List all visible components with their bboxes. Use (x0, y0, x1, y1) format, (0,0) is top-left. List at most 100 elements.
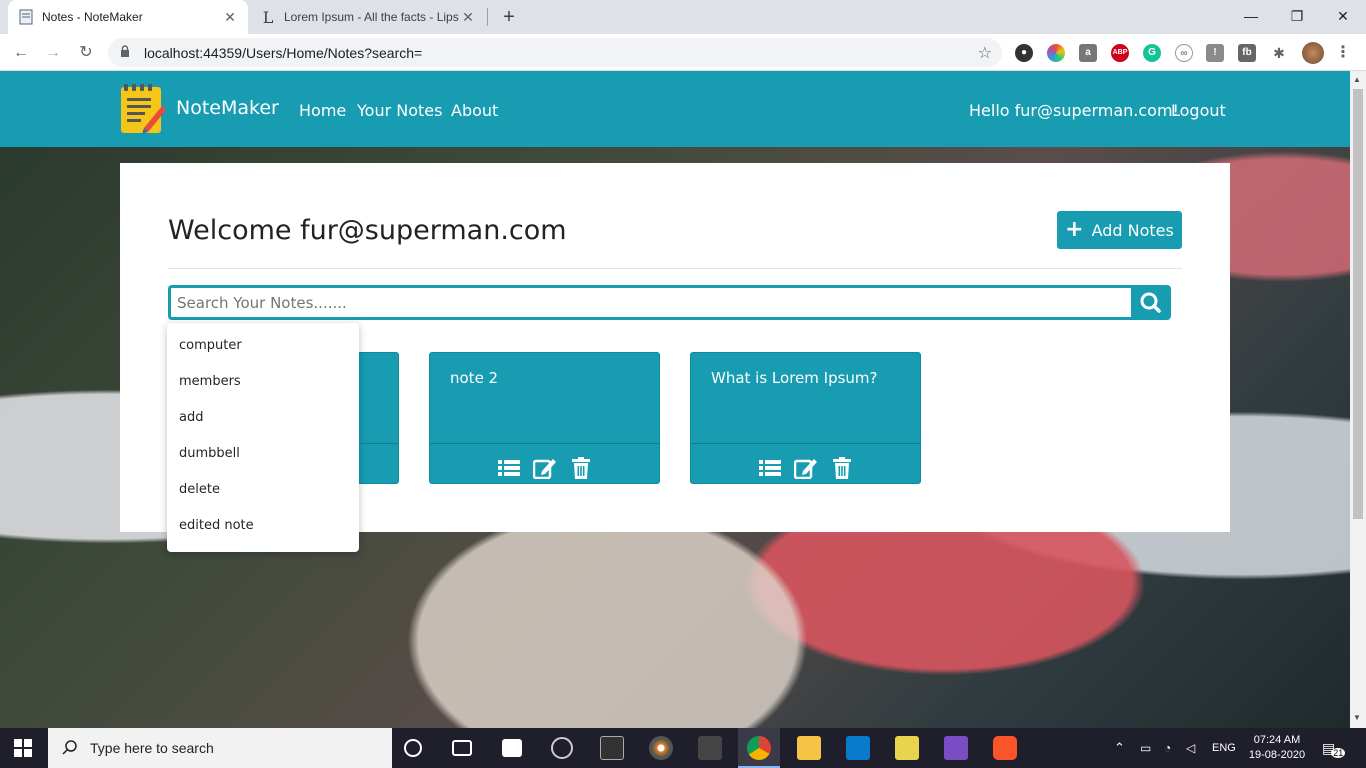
address-bar[interactable]: localhost:44359/Users/Home/Notes?search=… (108, 38, 1002, 67)
media-player-icon[interactable] (649, 736, 673, 760)
file-explorer-icon[interactable] (797, 736, 821, 760)
puzzle-extensions-icon[interactable]: ✱ (1270, 44, 1288, 62)
app-icon[interactable] (895, 736, 919, 760)
clock-time: 07:24 AM (1253, 734, 1301, 746)
view-list-icon[interactable] (758, 457, 782, 479)
chrome-icon (747, 736, 771, 760)
suggestion-item[interactable]: add (167, 408, 359, 444)
reload-button[interactable]: ↻ (73, 40, 99, 66)
search-input[interactable] (168, 285, 1132, 320)
app-icon[interactable] (698, 736, 722, 760)
scroll-up-arrow-icon[interactable]: ▲ (1353, 75, 1361, 84)
brave-icon[interactable] (993, 736, 1017, 760)
shield-extension-icon[interactable]: ! (1206, 44, 1224, 62)
search-suggestions-dropdown: computer members add dumbbell delete edi… (167, 323, 359, 552)
close-window-button[interactable]: ✕ (1320, 0, 1366, 34)
user-greeting: Hello fur@superman.com! (969, 101, 1179, 120)
grammarly-extension-icon[interactable]: G (1143, 44, 1161, 62)
note-divider (691, 443, 920, 444)
bag-extension-icon[interactable]: a (1079, 44, 1097, 62)
page-scrollbar[interactable]: ▲ ▼ (1350, 71, 1366, 728)
suggestion-item[interactable]: computer (167, 336, 359, 372)
bookmark-star-icon[interactable]: ☆ (978, 43, 992, 63)
task-view-icon[interactable] (452, 740, 472, 756)
note-actions (691, 457, 920, 479)
terminal-icon[interactable] (600, 736, 624, 760)
minimize-button[interactable]: — (1228, 0, 1274, 34)
browser-tab-strip: Notes - NoteMaker ✕ L Lorem Ipsum - All … (0, 0, 1366, 34)
restore-button[interactable]: ❐ (1274, 0, 1320, 34)
scroll-down-arrow-icon[interactable]: ▼ (1353, 713, 1361, 722)
battery-icon[interactable]: ▭ (1140, 728, 1151, 768)
tray-chevron-icon[interactable]: ⌃ (1114, 728, 1125, 768)
taskbar-search-box[interactable]: Type here to search (48, 728, 392, 768)
suggestion-item[interactable]: delete (167, 480, 359, 516)
avatar[interactable] (1302, 42, 1324, 64)
lock-icon (120, 45, 134, 60)
new-tab-button[interactable]: + (496, 5, 522, 29)
lipsum-logo-icon: L (262, 7, 274, 27)
nav-link-about[interactable]: About (451, 101, 498, 120)
notification-count: 21 (1331, 748, 1346, 758)
clock[interactable]: 07:24 AM 19-08-2020 (1244, 728, 1310, 768)
add-notes-button[interactable]: + Add Notes (1057, 211, 1182, 249)
note-divider (430, 443, 659, 444)
tab-notes[interactable]: Notes - NoteMaker ✕ (8, 0, 248, 34)
note-card[interactable]: What is Lorem Ipsum? (690, 352, 921, 484)
steam-icon[interactable] (551, 737, 573, 759)
tab-lorem-ipsum[interactable]: L Lorem Ipsum - All the facts - Lips ✕ (250, 0, 486, 34)
plus-icon: + (1065, 217, 1084, 242)
adblock-extension-icon[interactable]: ABP (1111, 44, 1129, 62)
nav-link-home[interactable]: Home (299, 101, 346, 120)
tab-divider (487, 8, 488, 26)
close-icon[interactable]: ✕ (460, 9, 476, 26)
suggestion-item[interactable]: edited note (167, 516, 359, 552)
page-viewport: NoteMaker Home Your Notes About Hello fu… (0, 71, 1350, 728)
note-actions (430, 457, 659, 479)
view-list-icon[interactable] (497, 457, 521, 479)
color-picker-extension-icon[interactable] (1047, 44, 1065, 62)
close-icon[interactable]: ✕ (222, 9, 238, 26)
forward-button[interactable]: → (40, 40, 66, 66)
windows-start-icon[interactable] (14, 739, 32, 762)
trash-icon[interactable] (569, 457, 593, 479)
trash-icon[interactable] (830, 457, 854, 479)
fb-extension-icon[interactable]: fb (1238, 44, 1256, 62)
search-icon (1140, 292, 1161, 313)
suggestion-item[interactable]: members (167, 372, 359, 408)
language-indicator[interactable]: ENG (1212, 728, 1236, 768)
brand-name[interactable]: NoteMaker (176, 97, 279, 119)
nav-link-your-notes[interactable]: Your Notes (357, 101, 442, 120)
record-extension-icon[interactable]: ● (1015, 44, 1033, 62)
wifi-icon[interactable]: ◔ (1164, 728, 1171, 768)
cortana-icon[interactable] (404, 739, 422, 757)
windows-taskbar: Type here to search ⌃ ▭ ◔ ◁ ENG 07:24 AM… (0, 728, 1366, 768)
store-icon[interactable] (502, 739, 522, 757)
menu-icon[interactable]: ⋮ (1334, 44, 1352, 62)
search-icon (62, 739, 78, 758)
url-text: localhost:44359/Users/Home/Notes?search= (144, 44, 423, 61)
search-button[interactable] (1131, 285, 1171, 320)
add-notes-label: Add Notes (1091, 220, 1174, 240)
link-extension-icon[interactable]: ∞ (1175, 44, 1193, 62)
chrome-taskbar-button[interactable] (738, 728, 780, 768)
tab-title: Notes - NoteMaker (42, 10, 143, 24)
scrollbar-thumb[interactable] (1353, 89, 1363, 519)
back-button[interactable]: ← (8, 40, 34, 66)
suggestion-item[interactable]: dumbbell (167, 444, 359, 480)
divider (168, 268, 1182, 269)
volume-icon[interactable]: ◁ (1186, 728, 1195, 768)
visual-studio-icon[interactable] (944, 736, 968, 760)
notemaker-logo-icon (120, 84, 166, 134)
document-icon (18, 9, 34, 25)
logout-link[interactable]: Logout (1171, 101, 1226, 120)
note-title: What is Lorem Ipsum? (711, 369, 878, 387)
edit-icon[interactable] (793, 457, 818, 479)
vscode-icon[interactable] (846, 736, 870, 760)
edit-icon[interactable] (532, 457, 557, 479)
tab-title: Lorem Ipsum - All the facts - Lips (284, 10, 459, 24)
page-title: Welcome fur@superman.com (168, 215, 567, 246)
notifications-button[interactable]: ▤ 21 (1322, 728, 1346, 768)
note-card[interactable]: note 2 (429, 352, 660, 484)
note-title: note 2 (450, 369, 499, 387)
